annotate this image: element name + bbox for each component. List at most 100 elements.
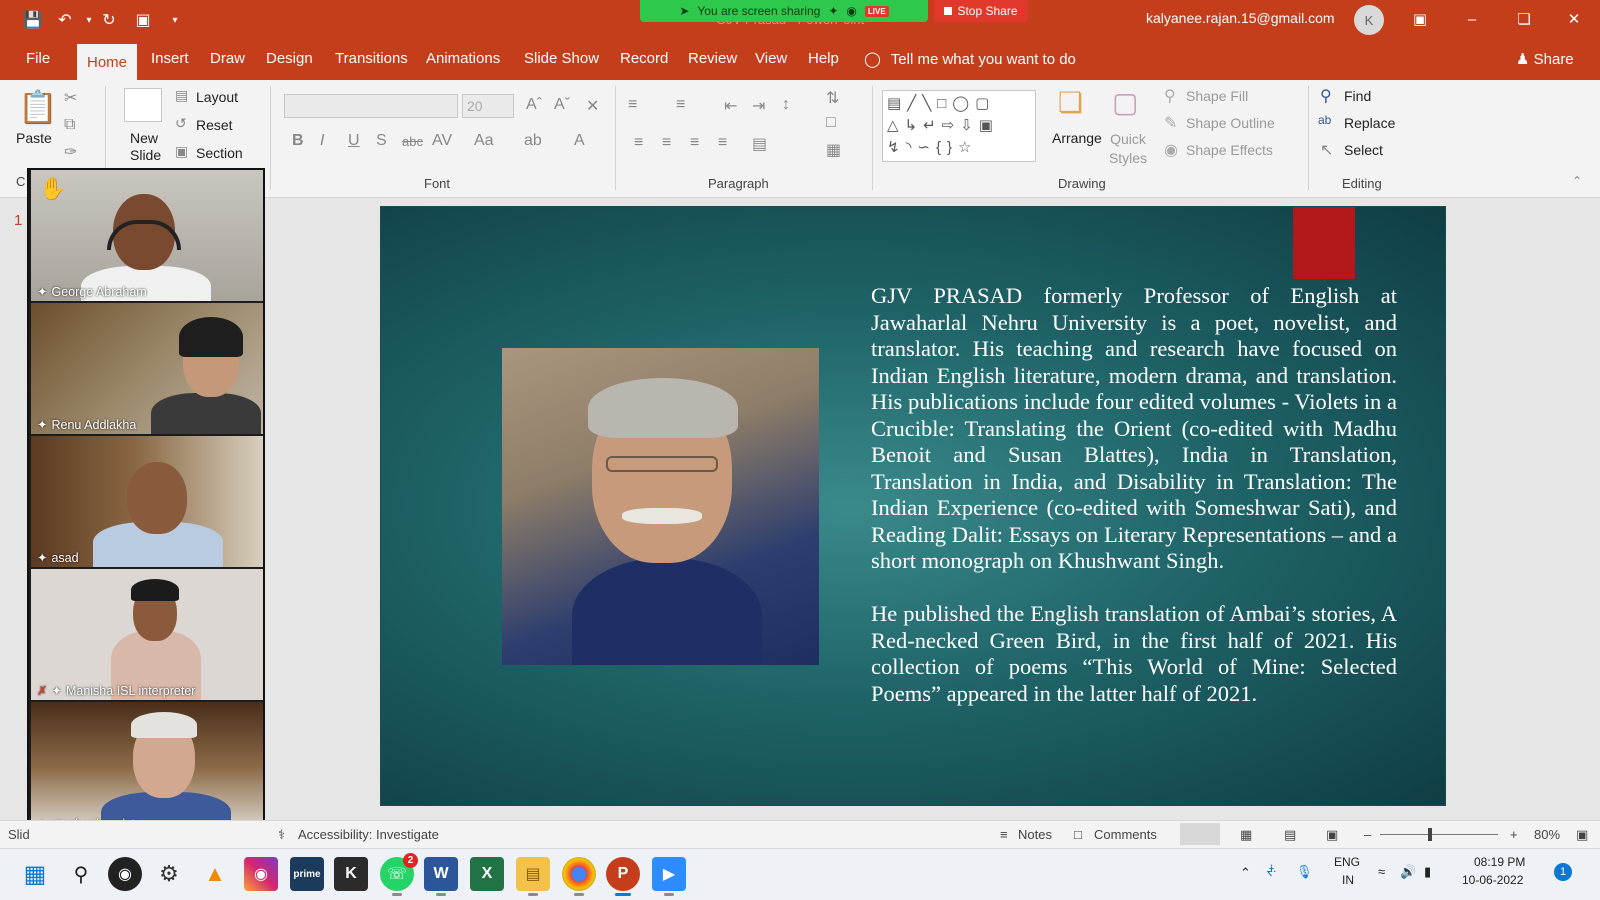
avatar[interactable]: K	[1354, 5, 1384, 35]
slideshow-view-icon[interactable]: ▣	[1326, 827, 1338, 843]
word-icon[interactable]: W	[424, 857, 458, 896]
new-slide-icon[interactable]	[124, 88, 162, 122]
accessibility-status[interactable]: Accessibility: Investigate	[298, 827, 439, 842]
shadow-icon[interactable]: S	[376, 132, 387, 150]
paste-icon[interactable]: 📋	[18, 88, 58, 126]
microphone-icon[interactable]: 🎙	[1296, 864, 1313, 880]
columns-icon[interactable]: ▤	[752, 134, 767, 154]
format-painter-icon[interactable]: ✑	[64, 142, 77, 162]
battery-icon[interactable]: ▮	[1424, 864, 1431, 880]
tab-insert[interactable]: Insert	[151, 50, 189, 67]
shape-fill-button[interactable]: Shape Fill	[1186, 88, 1248, 104]
zoom-slider-thumb[interactable]	[1428, 828, 1432, 841]
clear-formatting-icon[interactable]: ✕	[586, 96, 599, 116]
reset-button[interactable]: Reset	[196, 117, 233, 133]
justify-icon[interactable]: ≡	[718, 134, 727, 152]
tab-help[interactable]: Help	[808, 50, 839, 67]
clock-time[interactable]: 08:19 PM	[1474, 855, 1525, 869]
line-spacing-icon[interactable]: ↕	[782, 96, 790, 114]
ribbon-display-icon[interactable]: ▣	[1398, 4, 1442, 34]
slide-thumbnail-number[interactable]: 1	[14, 212, 22, 229]
align-center-icon[interactable]: ≡	[662, 134, 671, 152]
italic-icon[interactable]: I	[320, 132, 324, 150]
tab-draw[interactable]: Draw	[210, 50, 245, 67]
section-button[interactable]: Section	[196, 145, 243, 161]
shape-outline-button[interactable]: Shape Outline	[1186, 115, 1275, 131]
zoom-level[interactable]: 80%	[1534, 827, 1560, 842]
numbering-icon[interactable]: ≡	[676, 96, 685, 114]
copy-icon[interactable]: ⧉	[64, 116, 75, 134]
accessibility-icon[interactable]: ⚕	[278, 827, 285, 843]
zoom-in-icon[interactable]: +	[1510, 827, 1518, 842]
arrange-button[interactable]: Arrange	[1052, 130, 1102, 146]
font-size-select[interactable]: 20	[462, 94, 514, 118]
instagram-icon[interactable]: ◉	[244, 857, 278, 891]
participant-tile[interactable]: ✦ asad	[31, 436, 263, 567]
slide-sorter-icon[interactable]: ▦	[1240, 827, 1252, 843]
decrease-font-icon[interactable]: Aˇ	[554, 96, 570, 114]
normal-view-icon[interactable]	[1180, 823, 1220, 845]
powerpoint-icon[interactable]: P	[606, 857, 640, 896]
bluetooth-icon[interactable]: ᙻ	[1266, 864, 1276, 880]
tab-home[interactable]: Home	[77, 44, 137, 80]
layout-button[interactable]: Layout	[196, 89, 238, 105]
chrome-icon[interactable]	[562, 857, 596, 896]
windows-start-icon[interactable]: ▦	[18, 857, 52, 891]
tab-animations[interactable]: Animations	[426, 50, 500, 67]
tab-transitions[interactable]: Transitions	[335, 50, 408, 67]
cut-icon[interactable]: ✂	[64, 88, 77, 108]
notification-count[interactable]: 1	[1554, 863, 1572, 881]
language-code[interactable]: ENG	[1334, 855, 1360, 869]
align-right-icon[interactable]: ≡	[690, 134, 699, 152]
new-slide-label[interactable]: New Slide	[130, 130, 170, 164]
comments-button[interactable]: Comments	[1094, 827, 1157, 842]
whatsapp-icon[interactable]: ☏ 2	[380, 853, 418, 896]
select-button[interactable]: Select	[1344, 142, 1383, 158]
participant-tile[interactable]: ✦ Renu Addlakha	[31, 303, 263, 434]
align-text-icon[interactable]: □	[826, 114, 836, 132]
clock-date[interactable]: 10-06-2022	[1462, 873, 1523, 887]
stop-share-button[interactable]: Stop Share	[934, 0, 1028, 22]
file-explorer-icon[interactable]: ▤	[516, 857, 550, 896]
notes-button[interactable]: Notes	[1018, 827, 1052, 842]
highlight-icon[interactable]: ab	[524, 132, 542, 150]
tab-file[interactable]: File	[26, 50, 50, 67]
tab-record[interactable]: Record	[620, 50, 668, 67]
tab-view[interactable]: View	[755, 50, 787, 67]
participant-tile[interactable]: ✦stephenkuusisto	[31, 702, 263, 833]
tell-me-search[interactable]: ◯ Tell me what you want to do	[864, 50, 1076, 69]
slide-body-text[interactable]: GJV PRASAD formerly Professor of English…	[871, 283, 1397, 734]
speaker-photo[interactable]	[502, 348, 819, 665]
vlc-icon[interactable]: ▲	[198, 857, 232, 891]
text-direction-icon[interactable]: ⇅	[826, 88, 839, 108]
strikethrough-icon[interactable]: abc	[402, 134, 423, 149]
settings-gear-icon[interactable]: ⚙	[152, 857, 186, 891]
shape-effects-button[interactable]: Shape Effects	[1186, 142, 1273, 158]
wifi-icon[interactable]: ≈	[1378, 864, 1385, 879]
screen-sharing-banner[interactable]: ➤ You are screen sharing ✦ ◉ LIVE	[640, 0, 928, 22]
collapse-ribbon-icon[interactable]: ⌃	[1572, 174, 1582, 188]
maximize-icon[interactable]: ❏	[1502, 4, 1546, 34]
font-family-select[interactable]	[284, 94, 458, 118]
obs-icon[interactable]: ◉	[108, 857, 142, 891]
arrange-icon[interactable]: ❏	[1058, 86, 1083, 119]
increase-font-icon[interactable]: Aˆ	[526, 96, 542, 114]
tab-review[interactable]: Review	[688, 50, 737, 67]
save-icon[interactable]: 💾	[20, 8, 46, 32]
find-button[interactable]: Find	[1344, 88, 1371, 104]
decrease-indent-icon[interactable]: ⇤	[724, 96, 737, 116]
participant-tile[interactable]: ✗ ✦ Manisha ISL interpreter	[31, 569, 263, 700]
language-region[interactable]: IN	[1342, 873, 1354, 887]
quick-styles-button[interactable]: Quick Styles	[1106, 130, 1150, 168]
kindle-icon[interactable]: K	[334, 857, 368, 891]
minimize-icon[interactable]: –	[1450, 4, 1494, 34]
bold-icon[interactable]: B	[292, 132, 304, 150]
shapes-gallery[interactable]: ▤╱╲□◯▢ △↳↵⇨⇩▣ ↯◝∽{}☆	[882, 90, 1036, 162]
tab-slide-show[interactable]: Slide Show	[524, 50, 599, 67]
increase-indent-icon[interactable]: ⇥	[752, 96, 765, 116]
present-icon[interactable]: ▣	[130, 8, 156, 32]
tab-design[interactable]: Design	[266, 50, 313, 67]
prime-video-icon[interactable]: prime	[290, 857, 324, 891]
redo-icon[interactable]: ↻	[96, 8, 122, 32]
font-color-icon[interactable]: A	[574, 132, 585, 150]
